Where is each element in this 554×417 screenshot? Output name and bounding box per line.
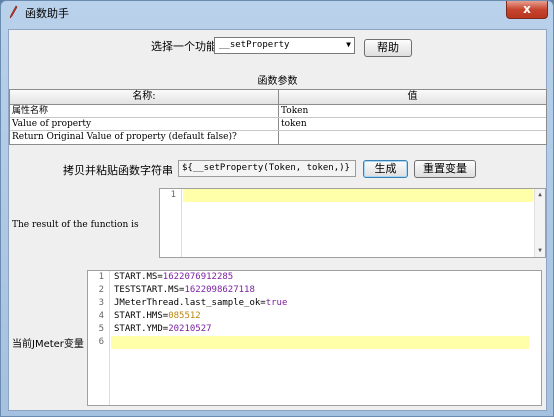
- code-line: [111, 336, 529, 349]
- param-name-cell[interactable]: Return Original Value of property (defau…: [10, 131, 279, 144]
- param-value-cell[interactable]: Token: [279, 105, 546, 117]
- line-number: 6: [98, 337, 104, 347]
- var-key: TESTSTART.MS=: [114, 285, 185, 295]
- help-button[interactable]: 帮助: [364, 39, 412, 57]
- line-number: 2: [98, 285, 104, 295]
- var-value: 085512: [168, 311, 201, 321]
- dialog-body: 选择一个功能 __setProperty ▼ 帮助 函数参数 名称: 值 属性名…: [8, 29, 547, 411]
- jmeter-vars-label: 当前JMeter变量: [12, 339, 84, 350]
- param-name-cell[interactable]: 属性名称: [10, 105, 279, 117]
- function-select-label: 选择一个功能: [151, 40, 217, 53]
- column-header-value[interactable]: 值: [279, 90, 546, 104]
- var-key: START.MS=: [114, 272, 163, 282]
- var-value: true: [265, 298, 288, 308]
- feather-app-icon: [9, 5, 18, 19]
- function-dropdown[interactable]: __setProperty ▼: [214, 37, 355, 54]
- param-value-cell[interactable]: token: [279, 118, 546, 130]
- table-row: 属性名称 Token: [10, 105, 546, 118]
- line-number: 1: [170, 190, 176, 200]
- line-number: 1: [98, 272, 104, 282]
- line-number: 5: [98, 324, 104, 334]
- window-title: 函数助手: [25, 7, 69, 20]
- line-number: 3: [98, 298, 104, 308]
- code-line: [183, 189, 533, 202]
- code-line: TESTSTART.MS=1622098627118: [111, 284, 529, 297]
- table-row: Value of property token: [10, 118, 546, 131]
- scroll-down-icon[interactable]: ▼: [535, 246, 545, 256]
- code-line: START.MS=1622076912285: [111, 271, 529, 284]
- result-label: The result of the function is: [12, 220, 139, 230]
- code-line: JMeterThread.last_sample_ok=true: [111, 297, 529, 310]
- line-number-gutter: 1: [160, 189, 182, 257]
- function-dropdown-value: __setProperty: [219, 40, 290, 50]
- var-key: START.YMD=: [114, 324, 169, 334]
- reset-variables-button[interactable]: 重置变量: [414, 160, 476, 178]
- function-selector-row: 选择一个功能 __setProperty ▼ 帮助: [9, 35, 546, 57]
- scroll-up-icon[interactable]: ▲: [535, 190, 545, 200]
- dropdown-arrow-icon: ▼: [346, 40, 351, 49]
- title-bar[interactable]: 函数助手 x: [1, 1, 553, 23]
- params-table: 名称: 值 属性名称 Token Value of property token…: [9, 89, 547, 145]
- line-number-gutter: 1 2 3 4 5 6: [88, 271, 110, 405]
- var-value: 20210527: [168, 324, 212, 334]
- function-helper-window: 函数助手 x 选择一个功能 __setProperty ▼ 帮助 函数参数 名称…: [0, 0, 554, 417]
- column-header-name[interactable]: 名称:: [10, 90, 279, 104]
- generate-row: 拷贝并粘贴函数字符串 ${__setProperty(Token, token,…: [9, 159, 546, 179]
- result-editor[interactable]: 1 ▲ ▼: [159, 188, 546, 258]
- params-table-header: 名称: 值: [10, 90, 546, 105]
- line-number: 4: [98, 311, 104, 321]
- params-caption: 函数参数: [257, 76, 298, 87]
- param-value-cell[interactable]: [279, 131, 546, 144]
- jmeter-vars-editor[interactable]: 1 2 3 4 5 6 START.MS=1622076912285 TESTS…: [87, 270, 542, 406]
- result-code[interactable]: [183, 189, 533, 202]
- code-line: START.HMS=085512: [111, 310, 529, 323]
- vars-code[interactable]: START.MS=1622076912285 TESTSTART.MS=1622…: [111, 271, 529, 349]
- generate-button[interactable]: 生成: [363, 160, 408, 178]
- close-button[interactable]: x: [506, 1, 548, 19]
- var-key: JMeterThread.last_sample_ok=: [114, 298, 266, 308]
- var-key: START.HMS=: [114, 311, 169, 321]
- result-scrollbar[interactable]: ▲ ▼: [534, 189, 545, 257]
- param-name-cell[interactable]: Value of property: [10, 118, 279, 130]
- var-value: 1622076912285: [162, 272, 234, 282]
- table-row: Return Original Value of property (defau…: [10, 131, 546, 144]
- copy-string-label: 拷贝并粘贴函数字符串: [63, 164, 173, 177]
- function-string-field[interactable]: ${__setProperty(Token, token,)}: [178, 160, 356, 177]
- code-line: START.YMD=20210527: [111, 323, 529, 336]
- var-value: 1622098627118: [184, 285, 255, 295]
